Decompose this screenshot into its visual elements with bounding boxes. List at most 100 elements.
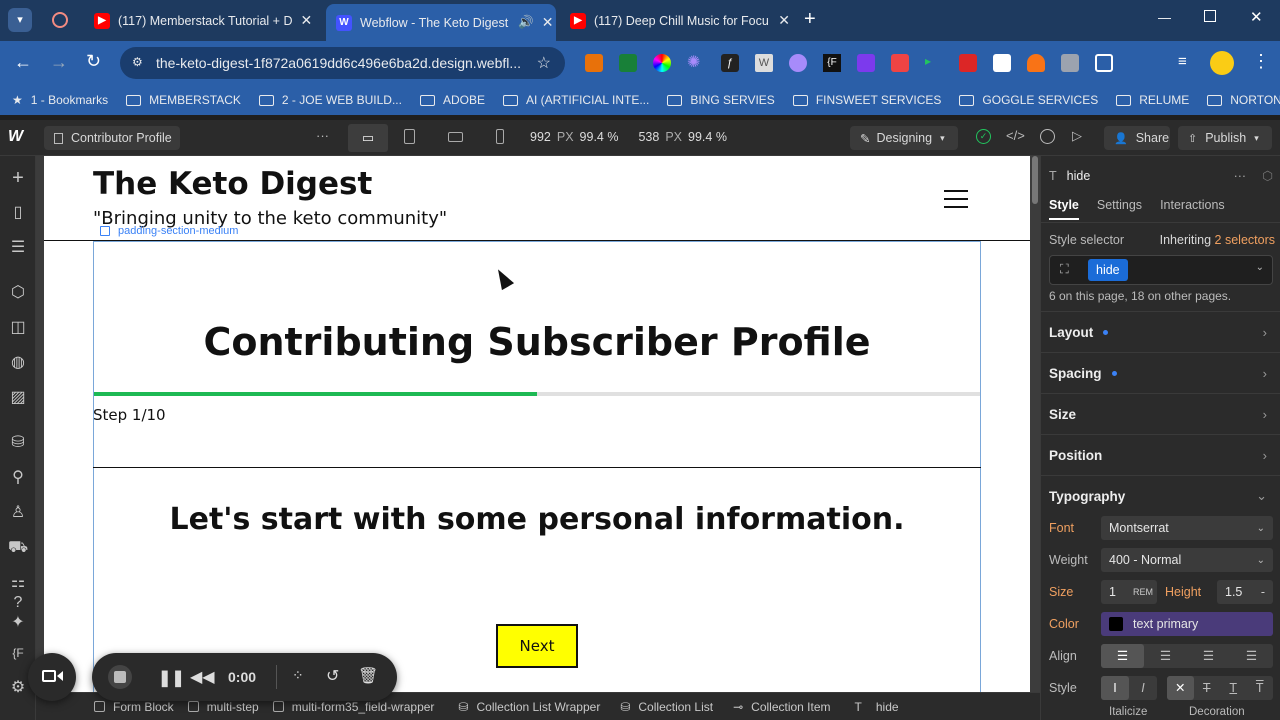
selector-field[interactable]: ⛶ hide ⌄ — [1049, 255, 1273, 285]
step-label[interactable]: Step 1/10 — [93, 406, 166, 424]
pages-icon[interactable]: ▯ — [8, 203, 28, 223]
forward-icon[interactable]: → — [50, 52, 68, 73]
users-icon[interactable]: ♙ — [8, 503, 28, 523]
breadcrumb-item[interactable]: ⛁ Collection List Wrapper — [458, 700, 600, 714]
variables-icon[interactable]: ◍ — [8, 353, 28, 373]
bookmark-folder[interactable]: NORTON — [1207, 93, 1280, 107]
stop-button[interactable] — [108, 665, 132, 689]
pause-icon[interactable]: ❚❚ — [158, 668, 185, 688]
page-selector[interactable]: Contributor Profile — [44, 126, 180, 150]
next-button[interactable]: Next — [496, 624, 578, 668]
tab-style[interactable]: Style — [1049, 198, 1079, 220]
extension-icon[interactable]: {F — [823, 54, 841, 72]
avatar[interactable] — [1210, 51, 1234, 75]
bookmark-folder[interactable]: MEMBERSTACK — [126, 93, 241, 107]
breakpoint-landscape-button[interactable] — [448, 132, 463, 142]
extension-icon[interactable]: ✦ — [8, 613, 28, 633]
extension-icon[interactable]: ▸ — [925, 54, 943, 72]
align-center-icon[interactable]: ☰ — [1144, 644, 1187, 668]
extension-icon[interactable] — [993, 54, 1011, 72]
webflow-logo-icon[interactable]: W — [8, 128, 23, 146]
grid-icon[interactable]: ⁘ — [292, 667, 304, 684]
browser-menu-icon[interactable]: ⋮ — [1252, 51, 1270, 72]
tab-settings[interactable]: Settings — [1097, 198, 1142, 220]
weight-select[interactable]: 400 - Normal ⌄ — [1101, 548, 1273, 572]
extension-icon[interactable] — [1027, 54, 1045, 72]
site-title[interactable]: The Keto Digest — [93, 166, 372, 202]
line-height-unit[interactable]: - — [1261, 585, 1265, 599]
font-select[interactable]: Montserrat ⌄ — [1101, 516, 1273, 540]
section-spacing[interactable]: Spacing › — [1041, 352, 1280, 393]
bookmark-folder[interactable]: ADOBE — [419, 93, 485, 107]
comment-icon[interactable] — [1040, 129, 1055, 144]
tab-deep-chill-music[interactable]: ▶ (117) Deep Chill Music for Focu ✕ — [560, 6, 800, 35]
extension-icon[interactable] — [857, 54, 875, 72]
extension-icon[interactable] — [585, 54, 603, 72]
ecommerce-icon[interactable]: ⛟ — [8, 538, 28, 558]
bookmark-folder[interactable]: AI (ARTIFICIAL INTE... — [502, 93, 649, 107]
bookmark-folder[interactable]: FINSWEET SERVICES — [792, 93, 941, 107]
breadcrumb-item[interactable]: ⊸ Collection Item — [733, 700, 830, 714]
styles-icon[interactable]: ◫ — [8, 318, 28, 338]
cms-icon[interactable]: ⛁ — [8, 433, 28, 453]
tab-webflow[interactable]: W Webflow - The Keto Digest 🔊 ✕ — [326, 4, 556, 41]
reading-list-icon[interactable]: ≡ — [1178, 53, 1187, 70]
camera-icon[interactable] — [1061, 54, 1079, 72]
bookmark-folder[interactable]: RELUME — [1116, 93, 1189, 107]
breadcrumb-item[interactable]: ⛁ Collection List — [620, 700, 713, 714]
close-icon[interactable]: ✕ — [534, 14, 554, 31]
bookmark-folder[interactable]: BING SERVIES — [667, 93, 775, 107]
breakpoint-desktop-button[interactable]: ▭ — [348, 124, 388, 152]
page-more-icon[interactable]: ··· — [316, 128, 329, 143]
breakpoint-mobile-button[interactable] — [496, 129, 504, 144]
share-button[interactable]: 👤 Share — [1104, 126, 1170, 150]
chevron-down-icon[interactable]: ⌄ — [1256, 262, 1264, 273]
star-icon[interactable]: ☆ — [537, 53, 551, 73]
bookmark-folder[interactable]: 2 - JOE WEB BUILD... — [258, 93, 402, 107]
assets-icon[interactable]: ▨ — [8, 388, 28, 408]
tab-interactions[interactable]: Interactions — [1160, 198, 1225, 220]
settings-icon[interactable]: ⚙ — [8, 678, 28, 698]
extension-icon[interactable]: ƒ — [721, 54, 739, 72]
speaker-icon[interactable]: 🔊 — [518, 15, 534, 30]
size-unit[interactable]: REM — [1133, 587, 1153, 597]
maximize-button[interactable] — [1204, 10, 1216, 22]
reload-icon[interactable]: ↻ — [86, 51, 101, 72]
address-bar[interactable]: ⚙ the-keto-digest-1f872a0619dd6c496e6ba2… — [120, 47, 565, 79]
minimize-button[interactable]: — — [1158, 10, 1171, 25]
align-justify-icon[interactable]: ☰ — [1230, 644, 1273, 668]
new-tab-button[interactable]: + — [804, 8, 816, 31]
extension-icon[interactable] — [619, 54, 637, 72]
align-left-icon[interactable]: ☰ — [1101, 644, 1144, 668]
extension-icon[interactable] — [959, 54, 977, 72]
step-subheading[interactable]: Let's start with some personal informati… — [93, 502, 981, 537]
align-right-icon[interactable]: ☰ — [1187, 644, 1230, 668]
section-typography[interactable]: Typography ⌄ — [1041, 475, 1280, 516]
line-height-input[interactable]: 1.5 - — [1217, 580, 1273, 604]
logic-icon[interactable]: ⚲ — [8, 468, 28, 488]
publish-button[interactable]: ⇧ Publish ▾ — [1178, 126, 1272, 150]
color-select[interactable]: text primary — [1101, 612, 1273, 636]
inheriting-info[interactable]: Inheriting 2 selectors — [1160, 233, 1275, 247]
components-icon[interactable]: ⬡ — [8, 283, 28, 303]
tab-memberstack-tutorial[interactable]: ▶ (117) Memberstack Tutorial + D ✕ — [84, 6, 320, 35]
help-icon[interactable]: ? — [8, 593, 28, 613]
extension-icon[interactable]: ✺ — [687, 54, 705, 72]
back-icon[interactable]: ← — [14, 52, 32, 73]
trash-icon[interactable]: 🗑 — [358, 666, 378, 686]
restart-icon[interactable]: ↺ — [326, 666, 339, 686]
underline-icon[interactable]: T — [1220, 676, 1247, 700]
section-position[interactable]: Position › — [1041, 434, 1280, 475]
cube-icon[interactable]: ⬡ — [1262, 168, 1273, 183]
breakpoint-tablet-button[interactable] — [404, 129, 415, 144]
class-chip[interactable]: hide — [1088, 259, 1128, 281]
puzzle-icon[interactable] — [1095, 54, 1113, 72]
close-icon[interactable]: ✕ — [770, 12, 790, 29]
apps-icon[interactable]: ⚏ — [8, 573, 28, 593]
extension-icon[interactable] — [789, 54, 807, 72]
rewind-icon[interactable]: ◀◀ — [190, 667, 215, 687]
tab-list-dropdown-button[interactable]: ▾ — [8, 8, 32, 32]
strikethrough-icon[interactable]: T — [1194, 676, 1221, 700]
extension-icon[interactable] — [891, 54, 909, 72]
section-layout[interactable]: Layout › — [1041, 311, 1280, 352]
